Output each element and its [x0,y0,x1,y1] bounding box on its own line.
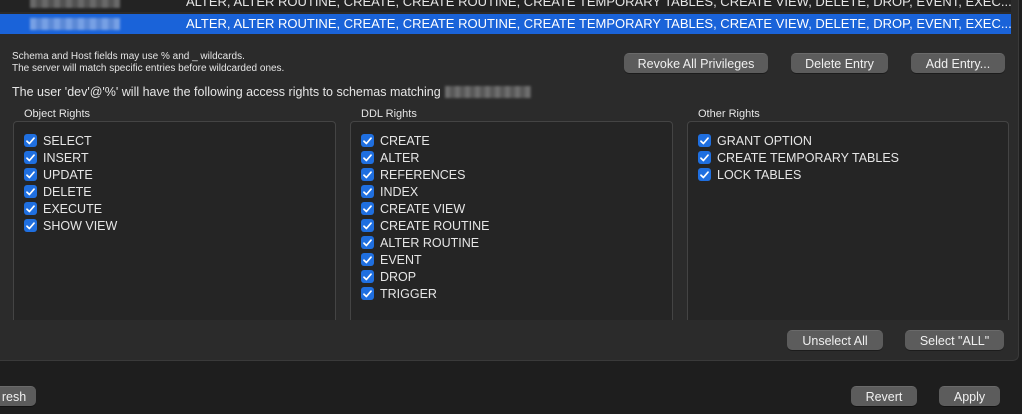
privilege-label: ALTER [380,150,420,165]
checkmark-icon[interactable] [361,219,374,232]
other-rights-group: GRANT OPTION CREATE TEMPORARY TABLES LOCK … [687,121,1009,320]
privilege-label: DROP [380,269,417,284]
privilege-checkbox[interactable]: LOCK TABLES [698,166,899,183]
privilege-label: TRIGGER [380,286,437,301]
hint-line-1: Schema and Host fields may use % and _ w… [12,51,245,62]
apply-button[interactable]: Apply [939,386,1000,406]
hint-line-2: The server will match specific entries b… [12,63,285,74]
privilege-label: INDEX [380,184,419,199]
privilege-label: UPDATE [43,167,93,182]
privilege-checkbox[interactable]: CREATE ROUTINE [361,217,490,234]
wildcard-hint: Schema and Host fields may use % and _ w… [12,51,284,75]
redacted-schema-name [30,0,120,8]
privilege-label: EXECUTE [43,201,103,216]
unselect-all-button[interactable]: Unselect All [787,330,883,350]
privilege-checkbox[interactable]: SHOW VIEW [24,217,117,234]
privilege-label: CREATE [380,133,430,148]
privilege-checkbox[interactable]: CREATE [361,132,490,149]
privilege-label: INSERT [43,150,89,165]
checkmark-icon[interactable] [698,134,711,147]
checkmark-icon[interactable] [698,168,711,181]
privilege-label: SELECT [43,133,92,148]
privilege-label: CREATE TEMPORARY TABLES [717,150,900,165]
privilege-checkbox[interactable]: DROP [361,268,490,285]
privilege-checkbox[interactable]: GRANT OPTION [698,132,899,149]
privilege-checkbox[interactable]: CREATE VIEW [361,200,490,217]
add-entry-button[interactable]: Add Entry... [911,53,1005,73]
revert-button[interactable]: Revert [851,386,917,406]
privilege-checkbox[interactable]: ALTER ROUTINE [361,234,490,251]
table-row-selected[interactable]: ALTER, ALTER ROUTINE, CREATE, CREATE ROU… [0,14,1011,34]
privilege-label: GRANT OPTION [717,133,812,148]
checkmark-icon[interactable] [361,134,374,147]
schema-privileges-table[interactable]: ALTER, ALTER ROUTINE, CREATE, CREATE ROU… [0,0,1011,46]
object-rights-list: SELECT INSERT UPDATE DELETE EXECUTE SHOW VIEW [24,132,117,234]
privilege-checkbox[interactable]: EVENT [361,251,490,268]
schema-privileges-panel: ALTER, ALTER ROUTINE, CREATE, CREATE ROU… [0,0,1019,361]
checkmark-icon[interactable] [361,270,374,283]
revoke-all-privileges-button[interactable]: Revoke All Privileges [624,53,768,73]
privilege-label: DELETE [43,184,92,199]
ddl-rights-list: CREATE ALTER REFERENCES INDEX CREATE VIEW CRE… [361,132,490,302]
redacted-schema-pattern [444,86,531,98]
privilege-checkbox[interactable]: TRIGGER [361,285,490,302]
checkmark-icon[interactable] [24,219,37,232]
checkmark-icon[interactable] [361,185,374,198]
checkmark-icon[interactable] [698,151,711,164]
privilege-checkbox[interactable]: REFERENCES [361,166,490,183]
checkmark-icon[interactable] [24,168,37,181]
access-rights-text: The user 'dev'@'%' will have the followi… [12,85,441,99]
privilege-checkbox[interactable]: DELETE [24,183,117,200]
checkmark-icon[interactable] [361,168,374,181]
table-row[interactable]: ALTER, ALTER ROUTINE, CREATE, CREATE ROU… [0,0,1011,12]
privilege-checkbox[interactable]: UPDATE [24,166,117,183]
privilege-checkbox[interactable]: EXECUTE [24,200,117,217]
privilege-checkbox[interactable]: INSERT [24,149,117,166]
checkmark-icon[interactable] [361,287,374,300]
privilege-checkbox[interactable]: CREATE TEMPORARY TABLES [698,149,899,166]
other-rights-list: GRANT OPTION CREATE TEMPORARY TABLES LOCK … [698,132,899,183]
checkmark-icon[interactable] [24,185,37,198]
privilege-label: SHOW VIEW [43,218,118,233]
other-rights-title: Other Rights [698,108,760,120]
object-rights-title: Object Rights [24,108,91,120]
checkmark-icon[interactable] [24,151,37,164]
privilege-checkbox[interactable]: SELECT [24,132,117,149]
checkmark-icon[interactable] [24,202,37,215]
redacted-schema-name [30,18,120,30]
row-privileges: ALTER, ALTER ROUTINE, CREATE, CREATE ROU… [186,16,1011,31]
checkmark-icon[interactable] [361,151,374,164]
row-privileges: ALTER, ALTER ROUTINE, CREATE, CREATE ROU… [186,0,1011,9]
privilege-label: CREATE ROUTINE [380,218,490,233]
privilege-checkbox[interactable]: INDEX [361,183,490,200]
privilege-label: LOCK TABLES [717,167,802,182]
ddl-rights-group: CREATE ALTER REFERENCES INDEX CREATE VIEW CRE… [350,121,673,320]
select-all-button[interactable]: Select "ALL" [905,330,1004,350]
object-rights-group: SELECT INSERT UPDATE DELETE EXECUTE SHOW VIEW [13,121,336,320]
checkmark-icon[interactable] [361,202,374,215]
privilege-label: REFERENCES [380,167,466,182]
checkmark-icon[interactable] [24,134,37,147]
checkmark-icon[interactable] [361,253,374,266]
checkmark-icon[interactable] [361,236,374,249]
privilege-checkbox[interactable]: ALTER [361,149,490,166]
access-rights-sentence: The user 'dev'@'%' will have the followi… [12,85,531,99]
refresh-button[interactable]: resh [0,386,36,406]
privilege-label: ALTER ROUTINE [380,235,480,250]
ddl-rights-title: DDL Rights [361,108,417,120]
privilege-label: CREATE VIEW [380,201,466,216]
delete-entry-button[interactable]: Delete Entry [791,53,888,73]
privilege-label: EVENT [380,252,422,267]
